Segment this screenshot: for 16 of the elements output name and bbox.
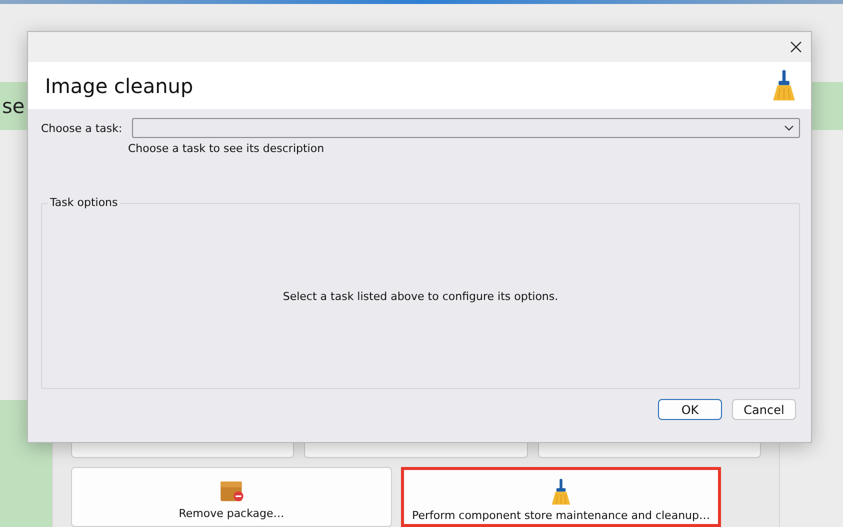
dialog-button[interactable]: OK	[658, 399, 722, 420]
banner-text: se	[2, 94, 25, 118]
dialog-button[interactable]: Cancel	[732, 399, 796, 420]
task-label: Choose a task:	[41, 122, 122, 134]
box-icon	[218, 480, 244, 503]
task-dropdown[interactable]	[132, 118, 800, 138]
caret-icon	[784, 125, 794, 131]
package-button[interactable]: Perform component store maintenance and cleanup…	[401, 467, 721, 527]
group-title: Task options	[48, 196, 120, 209]
task-description: Choose a task to see its description	[128, 142, 326, 155]
close-icon[interactable]	[790, 41, 802, 53]
broom-icon	[550, 478, 572, 506]
options-message: Select a task listed above to configure its options.	[282, 290, 558, 302]
package-button[interactable]: Remove package…	[71, 467, 392, 527]
dialog-title: Image cleanup	[45, 74, 194, 98]
broom-icon	[771, 69, 797, 102]
